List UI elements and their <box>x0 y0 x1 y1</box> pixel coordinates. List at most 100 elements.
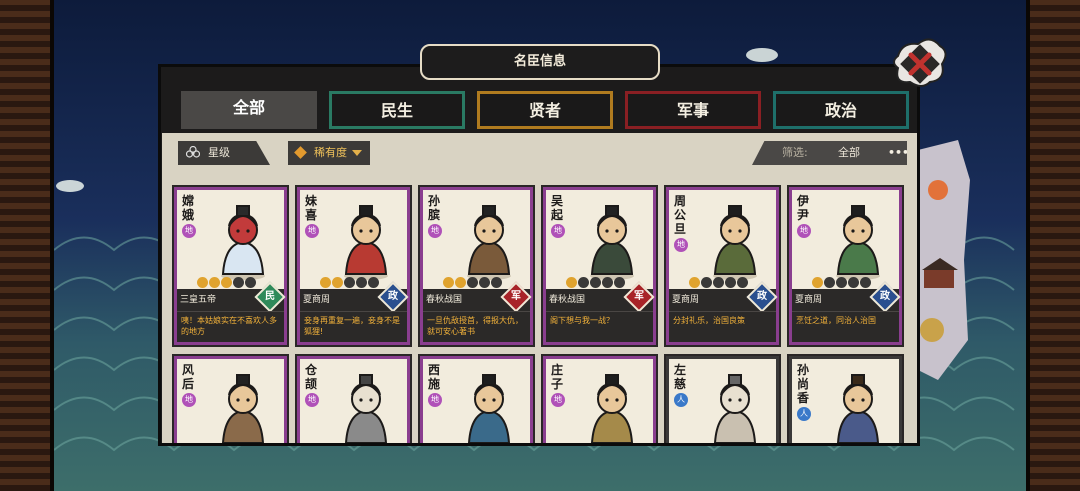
star-empty-icon <box>233 277 244 288</box>
official-portrait <box>713 374 757 443</box>
category-badge-label: 政 <box>880 291 890 302</box>
official-name: 伊尹 <box>797 194 810 222</box>
star-rating <box>812 273 872 288</box>
tier-badge: 地 <box>182 393 196 407</box>
star-empty-icon <box>602 277 613 288</box>
tab-sage[interactable]: 贤者 <box>477 91 613 129</box>
star-empty-icon <box>701 277 712 288</box>
officials-list-area: 星级 稀有度 筛选: 全部 ••• 嫦娥地三皇五帝民咦！本姑娘实在不喜欢人多的地… <box>162 133 917 443</box>
official-name: 吴起 <box>551 194 564 222</box>
right-border-pattern <box>1026 0 1080 491</box>
official-name: 孙尚香 <box>797 363 810 405</box>
official-card[interactable]: 孙膑地春秋战国军一旦仇敌授首，得报大仇，就可安心著书 <box>418 185 535 347</box>
star-filled-icon <box>320 277 331 288</box>
rarity-sort-label: 稀有度 <box>314 146 347 159</box>
official-portrait <box>836 205 880 280</box>
star-empty-icon <box>578 277 589 288</box>
tier-badge: 地 <box>428 393 442 407</box>
official-card[interactable]: 风后地 <box>172 354 289 443</box>
star-empty-icon <box>245 277 256 288</box>
official-card[interactable]: 仓颉地 <box>295 354 412 443</box>
screen-filter-dropdown[interactable]: 筛选: 全部 ••• <box>752 141 907 165</box>
tier-badge: 地 <box>797 224 811 238</box>
official-card[interactable]: 左慈人 <box>664 354 781 443</box>
star-rating <box>443 273 503 288</box>
star-filled-icon <box>209 277 220 288</box>
star-empty-icon <box>344 277 355 288</box>
tier-badge: 地 <box>305 224 319 238</box>
official-portrait <box>590 374 634 443</box>
star-empty-icon <box>356 277 367 288</box>
official-name: 嫦娥 <box>182 194 195 222</box>
official-card[interactable]: 嫦娥地三皇五帝民咦！本姑娘实在不喜欢人多的地方 <box>172 185 289 347</box>
more-options-icon[interactable]: ••• <box>888 141 907 165</box>
official-quote: 阁下想与我一战？ <box>546 311 653 342</box>
official-portrait <box>221 374 265 443</box>
tab-all[interactable]: 全部 <box>181 91 317 129</box>
star-empty-icon <box>467 277 478 288</box>
star-empty-icon <box>614 277 625 288</box>
official-name: 妹喜 <box>305 194 318 222</box>
star-empty-icon <box>491 277 502 288</box>
official-portrait <box>836 374 880 443</box>
official-name: 左慈 <box>674 363 687 391</box>
official-portrait <box>467 374 511 443</box>
official-portrait <box>467 205 511 280</box>
official-name: 孙膑 <box>428 194 441 222</box>
category-tabs: 全部 民生 贤者 军事 政治 <box>181 91 909 129</box>
official-card[interactable]: 西施地 <box>418 354 535 443</box>
category-badge-label: 军 <box>511 291 521 302</box>
floating-island-decoration <box>918 140 970 380</box>
category-badge-label: 军 <box>634 291 644 302</box>
official-card[interactable]: 伊尹地夏商周政烹饪之道，同治人治国 <box>787 185 904 347</box>
filter-bar: 星级 稀有度 筛选: 全部 ••• <box>162 133 917 173</box>
star-empty-icon <box>725 277 736 288</box>
tier-badge: 地 <box>182 224 196 238</box>
star-filled-icon <box>443 277 454 288</box>
official-card[interactable]: 妹喜地夏商周政妾身再重复一遍，妾身不是狐狸! <box>295 185 412 347</box>
official-portrait <box>344 374 388 443</box>
star-filled-icon <box>332 277 343 288</box>
star-sort-label: 星级 <box>208 146 230 159</box>
close-icon[interactable] <box>892 36 948 92</box>
official-quote: 妾身再重复一遍，妾身不是狐狸! <box>300 311 407 342</box>
star-filled-icon <box>812 277 823 288</box>
diamond-icon <box>294 146 307 159</box>
tier-badge: 地 <box>428 224 442 238</box>
star-rating <box>197 273 257 288</box>
star-empty-icon <box>590 277 601 288</box>
left-border-pattern <box>0 0 54 491</box>
official-portrait <box>590 205 634 280</box>
star-empty-icon <box>737 277 748 288</box>
star-empty-icon <box>836 277 847 288</box>
official-portrait <box>344 205 388 280</box>
star-filled-icon <box>221 277 232 288</box>
star-rating <box>689 273 749 288</box>
star-filled-icon <box>689 277 700 288</box>
star-empty-icon <box>479 277 490 288</box>
rarity-sort-button[interactable]: 稀有度 <box>288 141 370 165</box>
star-sort-button[interactable]: 星级 <box>178 141 270 165</box>
official-card[interactable]: 周公旦地夏商周政分封礼乐，治国良策 <box>664 185 781 347</box>
category-badge-label: 政 <box>757 291 767 302</box>
official-portrait <box>221 205 265 280</box>
star-rating <box>566 273 626 288</box>
tab-military[interactable]: 军事 <box>625 91 761 129</box>
panel-title: 名臣信息 <box>420 44 660 80</box>
tab-minsheng[interactable]: 民生 <box>329 91 465 129</box>
official-quote: 分封礼乐，治国良策 <box>669 311 776 342</box>
star-empty-icon <box>860 277 871 288</box>
official-card[interactable]: 孙尚香人 <box>787 354 904 443</box>
star-filled-icon <box>197 277 208 288</box>
category-badge-label: 民 <box>265 291 275 302</box>
official-name: 庄子 <box>551 363 564 391</box>
official-name: 风后 <box>182 363 195 391</box>
tier-badge: 地 <box>305 393 319 407</box>
official-quote: 烹饪之道，同治人治国 <box>792 311 899 342</box>
tab-politics[interactable]: 政治 <box>773 91 909 129</box>
official-card[interactable]: 吴起地春秋战国军阁下想与我一战？ <box>541 185 658 347</box>
official-quote: 一旦仇敌授首，得报大仇，就可安心著书 <box>423 311 530 342</box>
official-quote: 咦！本姑娘实在不喜欢人多的地方 <box>177 311 284 342</box>
official-card[interactable]: 庄子地 <box>541 354 658 443</box>
star-filled-icon <box>566 277 577 288</box>
